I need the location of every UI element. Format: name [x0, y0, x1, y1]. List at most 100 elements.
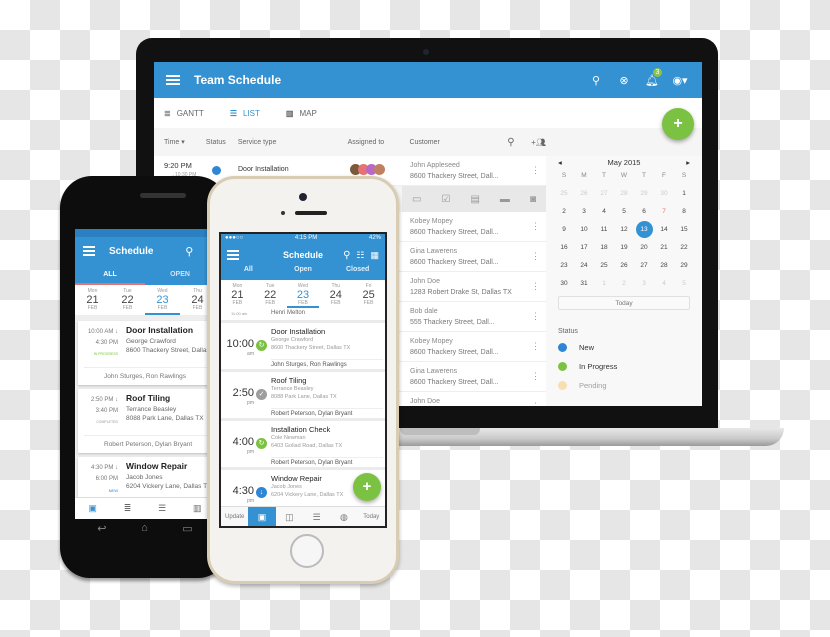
calendar-day[interactable]: 20: [634, 239, 654, 257]
calendar-icon[interactable]: ▦: [370, 250, 379, 261]
day-item[interactable]: Fri 25 FEB: [352, 280, 385, 308]
col-assigned[interactable]: Assigned to: [348, 139, 410, 146]
globe-icon[interactable]: ◍: [330, 507, 357, 527]
calendar-day[interactable]: 25: [594, 257, 614, 275]
day-item[interactable]: Thu 24 FEB: [319, 280, 352, 308]
more-icon[interactable]: ⋮: [531, 251, 540, 262]
status-pending[interactable]: Pending: [558, 381, 702, 390]
add-job-fab[interactable]: +: [353, 473, 381, 501]
account-icon[interactable]: ◉▾: [666, 74, 694, 87]
payment-icon[interactable]: ▬: [500, 194, 510, 205]
form-icon[interactable]: ▤: [470, 194, 479, 205]
calendar-day[interactable]: 30: [554, 275, 574, 293]
calendar-day[interactable]: 27: [594, 185, 614, 203]
more-icon[interactable]: ⋮: [531, 311, 540, 322]
calendar-day[interactable]: 3: [634, 275, 654, 293]
status-new[interactable]: New: [558, 343, 702, 352]
calendar-day[interactable]: 5: [674, 275, 694, 293]
more-icon[interactable]: ⋮: [531, 401, 540, 406]
calendar-day[interactable]: 16: [554, 239, 574, 257]
search-icon[interactable]: ⚲: [185, 245, 193, 258]
menu-icon[interactable]: [83, 244, 95, 258]
calendar-day[interactable]: 4: [594, 203, 614, 221]
calendar-day[interactable]: 4: [654, 275, 674, 293]
calendar-icon[interactable]: ▣: [88, 503, 97, 514]
calendar-day[interactable]: 3: [574, 203, 594, 221]
calendar-day[interactable]: 17: [574, 239, 594, 257]
recents-icon[interactable]: ▭: [182, 522, 192, 535]
calendar-day[interactable]: 11: [594, 221, 614, 239]
calendar-day[interactable]: 27: [634, 257, 654, 275]
calendar-day[interactable]: 5: [614, 203, 634, 221]
update-button[interactable]: Update: [221, 507, 248, 527]
next-month-icon[interactable]: ▸: [686, 158, 690, 167]
job-item[interactable]: 4:00 pm ↻ Installation Check Cole Newman …: [221, 421, 385, 467]
calendar-day[interactable]: 6: [634, 203, 654, 221]
calendar-day[interactable]: 29: [634, 185, 654, 203]
list-icon[interactable]: ☰: [303, 507, 330, 527]
job-card[interactable]: 10:00 AM ↓ 4:30 PM IN PROGRESS Door Instal…: [78, 321, 212, 385]
home-button[interactable]: [290, 534, 324, 568]
search-icon[interactable]: ⚲: [343, 250, 350, 261]
calendar-day[interactable]: 26: [614, 257, 634, 275]
more-icon[interactable]: ⋮: [531, 341, 540, 352]
calendar-day[interactable]: 21: [654, 239, 674, 257]
gantt-icon[interactable]: ≣: [124, 503, 132, 514]
day-item[interactable]: Mon 21 FEB: [75, 285, 110, 315]
calendar-day[interactable]: 29: [674, 257, 694, 275]
tab-map[interactable]: ▥ MAP: [286, 109, 317, 118]
calendar-day[interactable]: 15: [674, 221, 694, 239]
list-icon[interactable]: ☰: [158, 503, 166, 514]
add-job-fab[interactable]: +: [662, 108, 694, 140]
col-service[interactable]: Service type: [238, 139, 348, 146]
calendar-day[interactable]: 25: [554, 185, 574, 203]
bell-icon[interactable]: 🔔︎ 3: [638, 67, 666, 87]
calendar-day[interactable]: 28: [654, 257, 674, 275]
menu-icon[interactable]: [227, 248, 239, 262]
day-item[interactable]: Tue 22 FEB: [110, 285, 145, 315]
col-status[interactable]: Status: [206, 139, 238, 146]
comment-icon[interactable]: ▭: [412, 194, 421, 205]
tab-gantt[interactable]: ≣ GANTT: [164, 109, 204, 118]
tab-open[interactable]: OPEN: [145, 265, 215, 285]
more-icon[interactable]: ⋮: [531, 221, 540, 232]
map-icon[interactable]: ▥: [193, 503, 202, 514]
home-icon[interactable]: ⌂: [141, 522, 148, 535]
calendar-day[interactable]: 9: [554, 221, 574, 239]
calendar-icon[interactable]: ▣: [248, 506, 276, 526]
tab-all[interactable]: ALL: [75, 265, 145, 285]
calendar-day[interactable]: 28: [614, 185, 634, 203]
more-icon[interactable]: ⋮: [531, 371, 540, 382]
day-item-selected[interactable]: Wed 23 FEB: [286, 280, 320, 308]
day-item-selected[interactable]: Wed 23 FEB: [145, 285, 180, 315]
calendar-day[interactable]: 19: [614, 239, 634, 257]
calendar-day[interactable]: 7: [654, 203, 674, 221]
calendar-day[interactable]: 22: [674, 239, 694, 257]
calendar-day[interactable]: 13: [634, 221, 654, 239]
calendar-day[interactable]: 30: [654, 185, 674, 203]
camera-icon[interactable]: ◙: [530, 194, 536, 205]
col-customer[interactable]: Customer: [409, 139, 507, 146]
more-icon[interactable]: ⋮: [531, 165, 540, 176]
calendar-day[interactable]: 1: [674, 185, 694, 203]
calendar-day[interactable]: 18: [594, 239, 614, 257]
calendar-day[interactable]: 24: [574, 257, 594, 275]
list-item[interactable]: 11:00 am Henri Melton: [221, 308, 385, 320]
checklist-icon[interactable]: ☑: [441, 194, 450, 205]
tab-list[interactable]: ☰ LIST: [230, 109, 260, 118]
job-item[interactable]: 10:00 am ↻ Door Installation George Crawf…: [221, 323, 385, 369]
job-card[interactable]: 2:50 PM ↓ 3:40 PM COMPLETED Roof Tiling Te…: [78, 389, 212, 453]
calendar-day[interactable]: 12: [614, 221, 634, 239]
status-in-progress[interactable]: In Progress: [558, 362, 702, 371]
calendar-day[interactable]: 26: [574, 185, 594, 203]
today-button[interactable]: Today: [558, 296, 690, 310]
job-item[interactable]: 2:50 pm ✓ Roof Tiling Terrance Beasley 80…: [221, 372, 385, 418]
gantt-icon[interactable]: ◫: [276, 507, 303, 527]
calendar-day[interactable]: 23: [554, 257, 574, 275]
table-search-icon[interactable]: ⚲: [507, 137, 531, 148]
clear-icon[interactable]: ⊗: [610, 74, 638, 87]
tab-open[interactable]: Open: [276, 266, 331, 280]
menu-icon[interactable]: [166, 73, 180, 87]
search-icon[interactable]: ⚲: [582, 74, 610, 87]
col-time[interactable]: Time ▾: [164, 138, 206, 146]
